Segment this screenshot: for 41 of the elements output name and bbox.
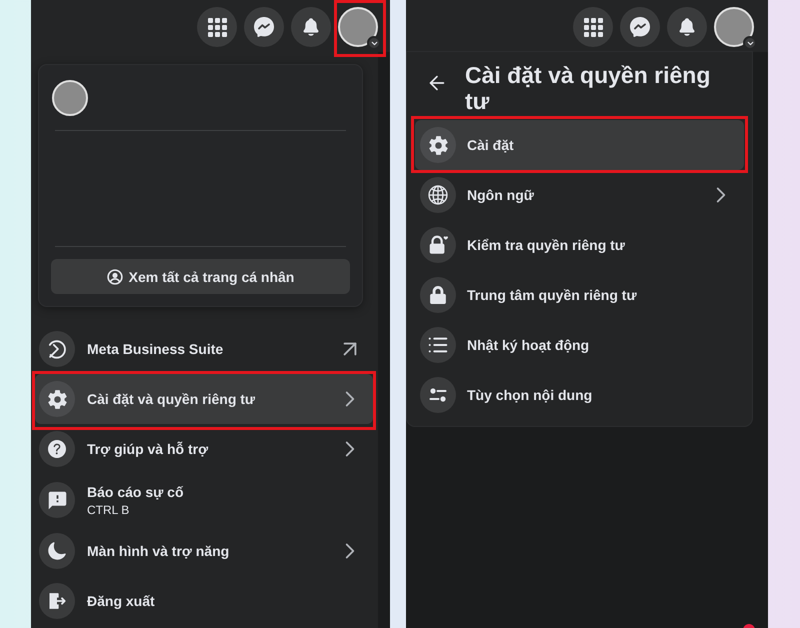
menu-item[interactable]: Meta Business Suite	[35, 324, 373, 374]
chat-button[interactable]	[620, 7, 660, 47]
menu-item[interactable]: Báo cáo sự cố CTRL B	[35, 474, 373, 526]
chat-button[interactable]	[244, 7, 284, 47]
avatar-button[interactable]	[338, 7, 378, 47]
panel-title: Cài đặt và quyền riêng tư	[465, 62, 712, 114]
menu-item[interactable]: Tùy chọn nội dung	[415, 370, 744, 420]
menu-item[interactable]: Ngôn ngữ	[415, 170, 744, 220]
menu-item[interactable]: Màn hình và trợ năng	[35, 526, 373, 576]
lock-icon	[420, 277, 456, 313]
notifications-button[interactable]	[291, 7, 331, 47]
globe-icon	[420, 177, 456, 213]
person-circle-icon	[106, 268, 123, 284]
apps-button[interactable]	[573, 7, 613, 47]
grid-icon	[584, 18, 602, 36]
bell-icon	[677, 17, 697, 37]
bell-icon	[301, 17, 321, 37]
menu-item[interactable]: Cài đặt	[415, 120, 744, 170]
help-icon	[39, 431, 75, 467]
alert-bubble-icon	[39, 482, 75, 518]
settings-icon	[39, 381, 75, 417]
menu-item[interactable]: Nhật ký hoạt động	[415, 320, 744, 370]
list-icon	[420, 327, 456, 363]
profile-button[interactable]: Xem tất cả trang cá nhân	[51, 259, 350, 294]
menu-item[interactable]: Trung tâm quyền riêng tư	[415, 270, 744, 320]
moon-icon	[39, 533, 75, 569]
sliders-icon	[420, 377, 456, 413]
avatar-placeholder	[52, 80, 88, 116]
menu-item[interactable]: Cài đặt và quyền riêng tư	[35, 374, 373, 424]
menu-item[interactable]: Đăng xuất	[35, 576, 373, 626]
menu-item[interactable]: Kiểm tra quyền riêng tư	[415, 220, 744, 270]
settings-icon	[420, 127, 456, 163]
apps-button[interactable]	[197, 7, 237, 47]
menu-item[interactable]: Trợ giúp và hỗ trợ	[35, 424, 373, 474]
notifications-button[interactable]	[667, 7, 707, 47]
avatar-button[interactable]	[714, 7, 754, 47]
chevron-circle-icon	[39, 331, 75, 367]
grid-icon	[208, 18, 226, 36]
shortcut-label: CTRL B	[87, 502, 130, 516]
chat-bubble-icon	[254, 17, 274, 37]
chat-bubble-icon	[630, 17, 650, 37]
